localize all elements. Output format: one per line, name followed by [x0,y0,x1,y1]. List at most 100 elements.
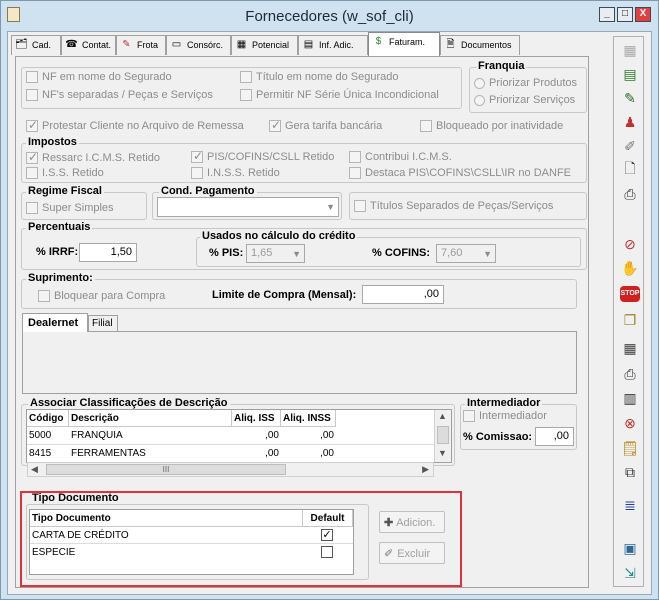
exit-icon[interactable]: ⇲ [618,562,642,584]
close-button[interactable]: X [635,7,651,22]
col-descricao[interactable]: Descrição [69,410,232,427]
title-bar: Fornecedores (w_sof_cli) _ □ X [1,1,658,31]
nfs-separadas-checkbox[interactable] [26,89,38,101]
edit-grid-icon[interactable]: ▤ [618,63,642,85]
limite-compra-input[interactable]: ,00 [362,285,444,304]
inss-retido-checkbox[interactable] [191,167,203,179]
adicionar-button[interactable]: ✚ Adicion. [379,511,445,533]
tab-documentos[interactable]: 🗎 Documentos [440,35,520,55]
table-row[interactable]: CARTA DE CRÉDITO ✓ [30,527,353,544]
printer-icon[interactable]: ⎙ [618,363,642,385]
intermediador-checkbox[interactable] [463,410,475,422]
tab-consorcio[interactable]: ▭ Consórc. [166,35,231,55]
delete-icon[interactable]: ⊘ [618,233,642,255]
new-record-icon[interactable]: ▦ [618,39,642,61]
nf-nome-segurado-checkbox[interactable] [26,71,38,83]
titulo-segurado-label: Título em nome do Segurado [256,71,399,83]
franquia-title: Franquia [476,60,527,72]
iss-retido-checkbox[interactable] [26,167,38,179]
protestar-label: Protestar Cliente no Arquivo de Remessa [42,120,244,132]
eraser-icon[interactable]: ✐ [618,135,642,157]
tab-faturam[interactable]: $ Faturam. [368,32,440,56]
titulos-separados-checkbox[interactable] [354,200,366,212]
cell-aliq-iss: ,00 [265,430,279,441]
bloqueado-inatividade-checkbox[interactable] [420,120,432,132]
stop-icon[interactable]: STOP [618,283,642,305]
excluir-button[interactable]: ✐ Excluir [379,542,445,564]
faturamento-panel: NF em nome do Segurado Título em nome do… [15,56,589,588]
cancel-icon[interactable]: ⊗ [618,412,642,434]
maximize-button[interactable]: □ [617,7,633,22]
protestar-checkbox[interactable] [26,118,38,132]
col-aliq-inss[interactable]: Aliq. INSS [281,410,336,427]
pencil-icon[interactable]: ✎ [618,87,642,109]
scroll-thumb[interactable]: III [46,464,286,475]
nf-nome-segurado-label: NF em nome do Segurado [42,71,172,83]
save-icon[interactable]: ▣ [618,537,642,559]
permitir-nf-checkbox[interactable] [240,89,252,101]
cond-pagamento-select[interactable]: ▼ [157,197,339,217]
col-codigo[interactable]: Código [27,410,69,427]
classificacoes-table: Código Descrição Aliq. ISS Aliq. INSS 50… [26,409,452,463]
cofins-label: % COFINS: [372,247,431,259]
super-simples-checkbox[interactable] [26,202,38,214]
cell-tipo: ESPECIE [32,547,76,558]
money-icon: $ [375,36,382,47]
phone-icon: ☎ [65,39,78,50]
list-icon[interactable]: ≣ [618,494,642,516]
copy-icon[interactable]: ❐ [618,309,642,331]
note-icon[interactable]: 🗒 [618,437,642,459]
hand-stop-icon[interactable]: ✋ [618,257,642,279]
priorizar-produtos-radio[interactable] [474,78,485,89]
user-icon[interactable]: ♟ [618,111,642,133]
table-row[interactable]: 8415 FERRAMENTAS ,00 ,00 [27,445,435,463]
subtab-dealernet[interactable]: Dealernet [22,313,88,332]
search-document-icon[interactable]: 🗋 [618,159,642,181]
subtab-filial[interactable]: Filial [88,315,118,332]
tab-frota[interactable]: ✎ Frota [116,35,166,55]
pis-cofins-checkbox[interactable] [191,149,203,163]
chevron-right-icon[interactable]: ▶ [422,464,429,475]
ressarc-icms-checkbox[interactable] [26,150,38,164]
table-row[interactable]: ESPECIE [30,544,353,561]
col-default[interactable]: Default [303,510,353,527]
chevron-down-icon[interactable]: ▼ [438,448,447,458]
pis-label: % PIS: [209,247,244,259]
irrf-input[interactable]: 1,50 [79,243,137,262]
bloquear-compra-checkbox[interactable] [38,290,50,302]
calculator-icon[interactable]: ▦ [618,337,642,359]
chevron-down-icon: ▼ [483,249,492,259]
titulo-segurado-checkbox[interactable] [240,71,252,83]
contribui-icms-checkbox[interactable] [349,151,361,163]
chevron-left-icon[interactable]: ◀ [31,464,38,475]
gera-tarifa-checkbox[interactable] [269,118,281,132]
default-checkbox-checked[interactable]: ✓ [321,529,333,541]
tab-contat[interactable]: ☎ Contat. [61,35,116,55]
tab-potencial[interactable]: ▦ Potencial [231,35,298,55]
report-icon[interactable]: ▥ [618,387,642,409]
col-tipo-documento[interactable]: Tipo Documento [30,510,303,527]
windows-icon[interactable]: ⧉ [618,461,642,483]
col-aliq-iss[interactable]: Aliq. ISS [232,410,281,427]
horizontal-scrollbar[interactable]: ◀ III ▶ [27,462,434,477]
pis-select[interactable]: 1,65 ▼ [246,244,305,263]
tab-cad[interactable]: 🗂 Cad. [11,35,61,55]
chevron-up-icon[interactable]: ▲ [438,411,447,421]
print-preview-icon[interactable]: ⎙ [618,183,642,205]
inss-retido-label: I.N.S.S. Retido [207,167,280,179]
tab-inf-adic[interactable]: ▤ Inf. Adic. [298,35,368,55]
vertical-scrollbar[interactable]: ▲ ▼ [434,410,451,462]
minimize-button[interactable]: _ [599,7,615,22]
default-checkbox[interactable] [321,546,333,558]
scroll-thumb[interactable] [437,426,449,444]
table-row[interactable]: 5000 FRANQUIA ,00 ,00 [27,427,435,445]
destaca-pis-label: Destaca PIS\COFINS\CSLL\IR no DANFE [365,167,572,179]
permitir-nf-label: Permitir NF Série Única Incondicional [256,89,439,101]
suprimento-title: Suprimento: [26,272,95,284]
comissao-input[interactable]: ,00 [535,427,574,446]
cofins-select[interactable]: 7,60 ▼ [436,244,496,263]
priorizar-servicos-radio[interactable] [474,95,485,106]
destaca-pis-checkbox[interactable] [349,167,361,179]
right-toolbar: ▦ ▤ ✎ ♟ ✐ 🗋 ⎙ ⊘ ✋ STOP ❐ ▦ ⎙ ▥ ⊗ 🗒 ⧉ ≣ ▣… [613,36,644,587]
iss-retido-label: I.S.S. Retido [42,167,104,179]
